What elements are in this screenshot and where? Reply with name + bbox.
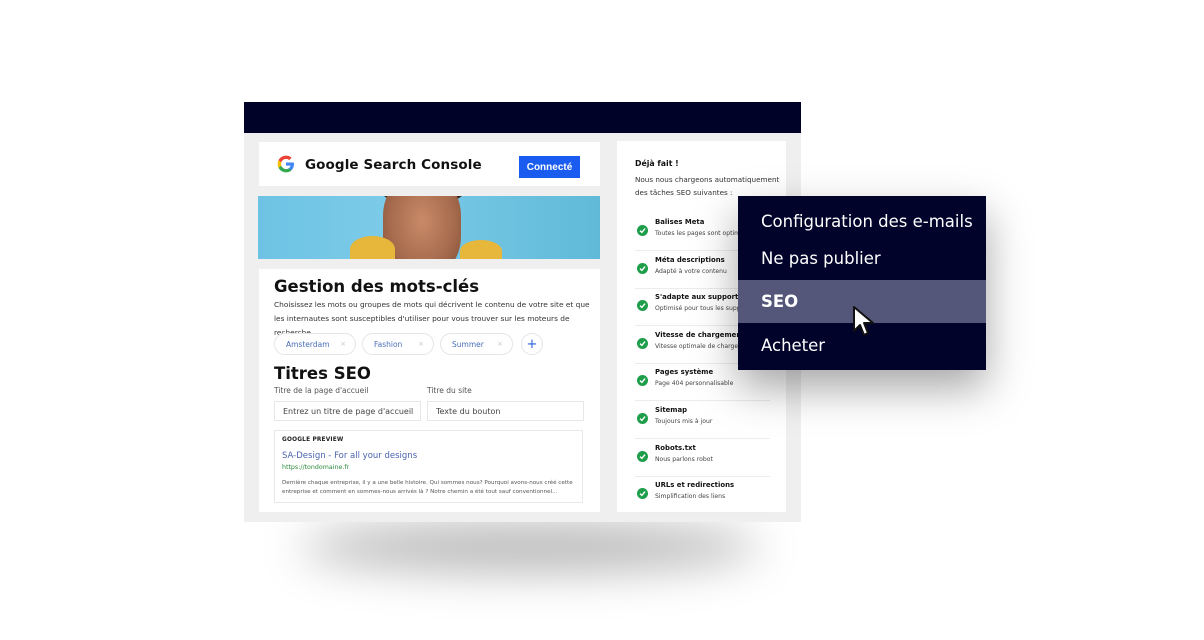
remove-tag-icon[interactable]: × [340,340,346,348]
task-subtitle: Simplification des liens [655,493,726,501]
plus-icon: + [526,336,538,352]
check-circle-icon [637,225,648,236]
tag-label: Amsterdam [286,339,330,349]
task-name: Pages système [655,368,714,377]
task-name: Sitemap [655,406,688,414]
seo-task-item: Robots.txt Nous parlons robot [635,439,770,477]
task-name: Robots.txt [655,443,696,452]
app-window: Google Search Console Connecté Gestion d… [244,102,801,522]
top-bar [244,102,801,133]
preview-url: https://tondomaine.fr [282,464,350,471]
check-circle-icon [637,337,648,349]
preview-description: Dernière chaque entreprise, il y a une b… [282,480,573,495]
site-title-input[interactable]: Texte du bouton [427,401,584,421]
check-circle-icon [637,300,648,312]
task-subtitle: Toujours mis à jour [655,418,713,425]
connected-button[interactable]: Connecté [519,156,580,178]
done-title: Déjà fait ! [635,159,679,168]
check-circle-icon [637,413,648,424]
mouse-cursor-icon [853,306,874,336]
check-circle-icon [637,375,648,387]
check-circle-icon [637,450,648,462]
gsc-title: Google Search Console [305,157,482,173]
drop-shadow [300,522,760,572]
remove-tag-icon[interactable]: × [418,340,424,348]
task-name: S'adapte aux supports [655,293,743,302]
preview-title: SA-Design - For all your designs [282,451,418,461]
menu-item-do-not-publish[interactable]: Ne pas publier [738,237,986,280]
keyword-tag[interactable]: Summer × [440,333,513,355]
check-circle-icon [637,262,648,274]
google-g-icon [277,155,294,173]
google-preview: GOOGLE PREVIEW SA-Design - For all your … [274,430,583,503]
context-menu: Configuration des e-mails Ne pas publier… [738,196,986,370]
seo-titles-heading: Titres SEO [274,364,371,383]
hero-image [258,196,600,259]
task-name: Balises Meta [655,218,705,226]
google-search-console-card: Google Search Console Connecté [259,142,600,186]
remove-tag-icon[interactable]: × [497,340,503,348]
task-subtitle: Nous parlons robot [655,455,713,463]
site-title-label: Titre du site [427,386,472,395]
add-keyword-button[interactable]: + [521,333,543,355]
keyword-tag[interactable]: Amsterdam × [274,333,356,355]
preview-label: GOOGLE PREVIEW [282,437,344,443]
home-title-label: Titre de la page d'accueil [274,386,369,395]
task-subtitle: Adapté à votre contenu [655,267,727,275]
home-title-input[interactable]: Entrez un titre de page d'accueil [274,401,421,421]
tag-label: Fashion [374,339,403,349]
task-subtitle: Page 404 personnalisable [655,380,734,388]
seo-task-item: URLs et redirections Simplification des l… [635,476,770,515]
task-name: Vitesse de chargement [655,330,745,339]
task-name: Méta descriptions [655,255,725,264]
check-circle-icon [637,488,648,500]
task-name: URLs et redirections [655,481,735,490]
keyword-tag[interactable]: Fashion × [362,333,434,355]
tag-label: Summer [452,339,484,349]
seo-task-item: Sitemap Toujours mis à jour [635,401,770,439]
keywords-card: Gestion des mots-clés Choisissez les mot… [259,269,600,512]
keywords-title: Gestion des mots-clés [274,277,480,296]
